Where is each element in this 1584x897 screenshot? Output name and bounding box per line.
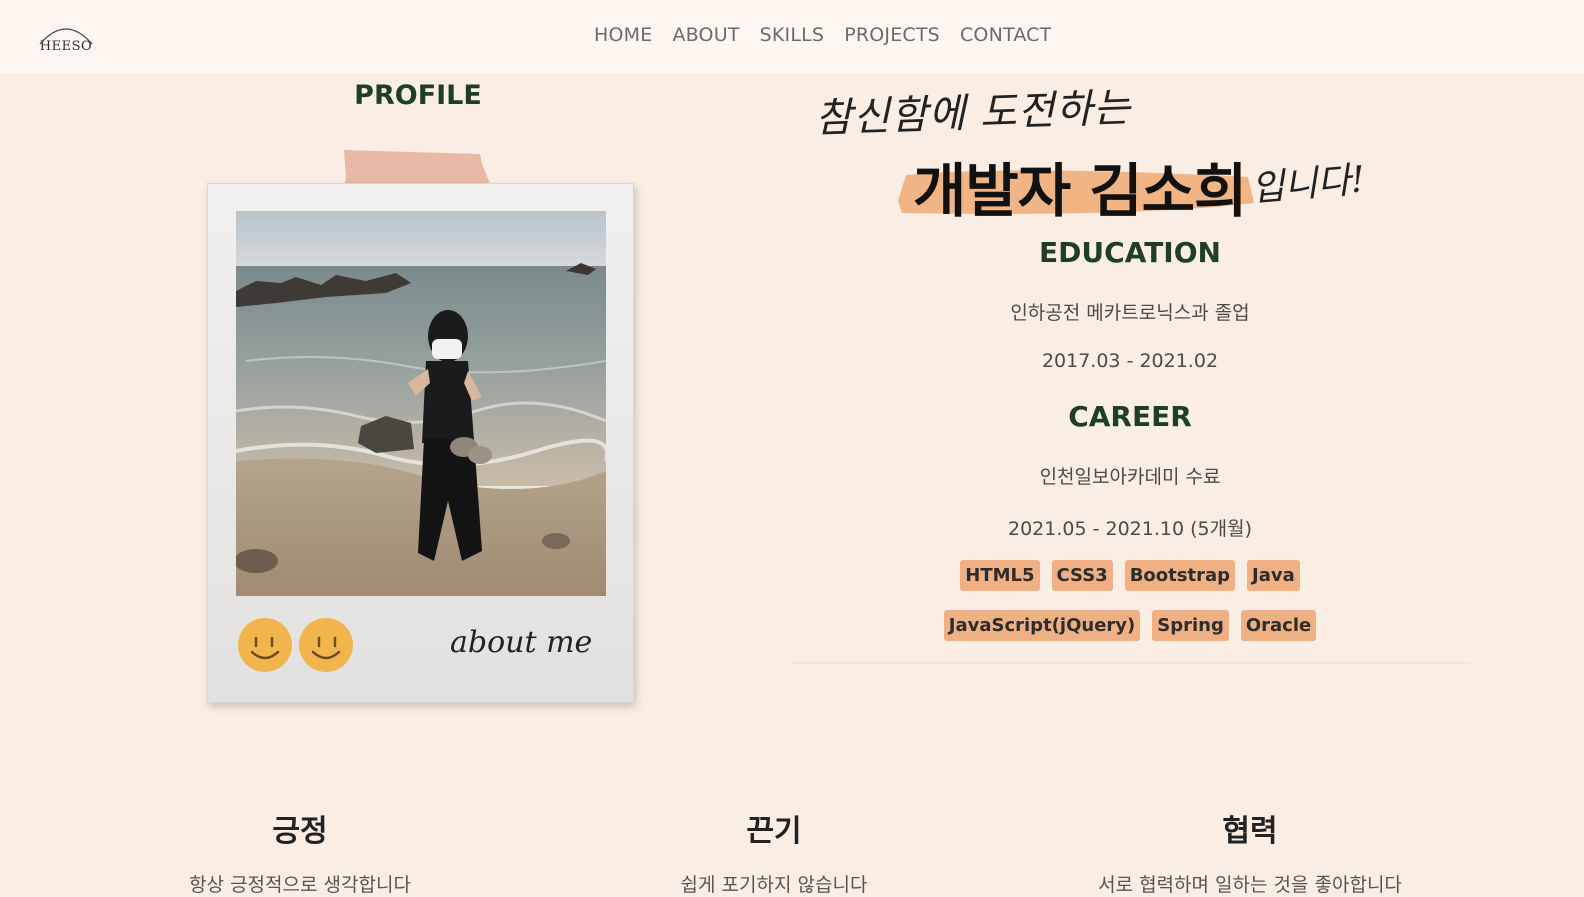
section-divider	[790, 662, 1470, 664]
skill-tag: CSS3	[1051, 560, 1113, 591]
main-nav: HOME ABOUT SKILLS PROJECTS CONTACT	[594, 24, 1051, 46]
skill-tag: Java	[1247, 560, 1300, 591]
value-title-positive: 긍정	[272, 814, 328, 849]
value-title-persistence: 끈기	[746, 814, 802, 849]
value-title-cooperation: 협력	[1222, 814, 1278, 849]
career-period: 2021.05 - 2021.10 (5개월)	[1008, 518, 1252, 540]
career-title: CAREER	[1068, 400, 1192, 433]
logo[interactable]: HEESO	[36, 20, 96, 56]
smiley-icon	[238, 618, 292, 672]
skill-tags-row-2: JavaScript(jQuery) Spring Oracle	[880, 610, 1380, 641]
smiley-icon	[299, 618, 353, 672]
nav-skills[interactable]: SKILLS	[760, 24, 825, 46]
nav-home[interactable]: HOME	[594, 24, 652, 46]
value-desc-positive: 항상 긍정적으로 생각합니다	[189, 874, 411, 896]
nav-contact[interactable]: CONTACT	[960, 24, 1052, 46]
education-school: 인하공전 메카트로닉스과 졸업	[1010, 302, 1250, 324]
profile-photo	[236, 211, 606, 596]
about-me-caption: about me	[450, 625, 592, 660]
education-period: 2017.03 - 2021.02	[1041, 350, 1219, 372]
skill-tag: Spring	[1152, 610, 1229, 641]
intro-line-2: 개발자 김소희	[913, 157, 1247, 225]
site-header: HEESO HOME ABOUT SKILLS PROJECTS CONTACT	[0, 0, 1584, 73]
skill-tag: Bootstrap	[1124, 560, 1235, 591]
intro-line-3: 입니다!	[1249, 159, 1367, 210]
value-desc-persistence: 쉽게 포기하지 않습니다	[680, 874, 868, 896]
nav-about[interactable]: ABOUT	[672, 24, 739, 46]
logo-text: HEESO	[39, 39, 93, 54]
skill-tag: JavaScript(jQuery)	[943, 610, 1141, 641]
career-academy: 인천일보아카데미 수료	[1039, 466, 1221, 488]
skill-tag: Oracle	[1240, 610, 1317, 641]
polaroid-frame: about me	[207, 183, 634, 703]
skill-tags-row-1: HTML5 CSS3 Bootstrap Java	[880, 560, 1380, 591]
education-title: EDUCATION	[1039, 236, 1221, 269]
nav-projects[interactable]: PROJECTS	[844, 24, 940, 46]
about-me-text: about me	[450, 625, 592, 660]
value-desc-cooperation: 서로 협력하며 일하는 것을 좋아합니다	[1098, 874, 1402, 896]
intro-line-1: 참신함에 도전하는	[814, 84, 1132, 142]
skill-tag: HTML5	[960, 560, 1040, 591]
profile-title: PROFILE	[354, 80, 482, 111]
